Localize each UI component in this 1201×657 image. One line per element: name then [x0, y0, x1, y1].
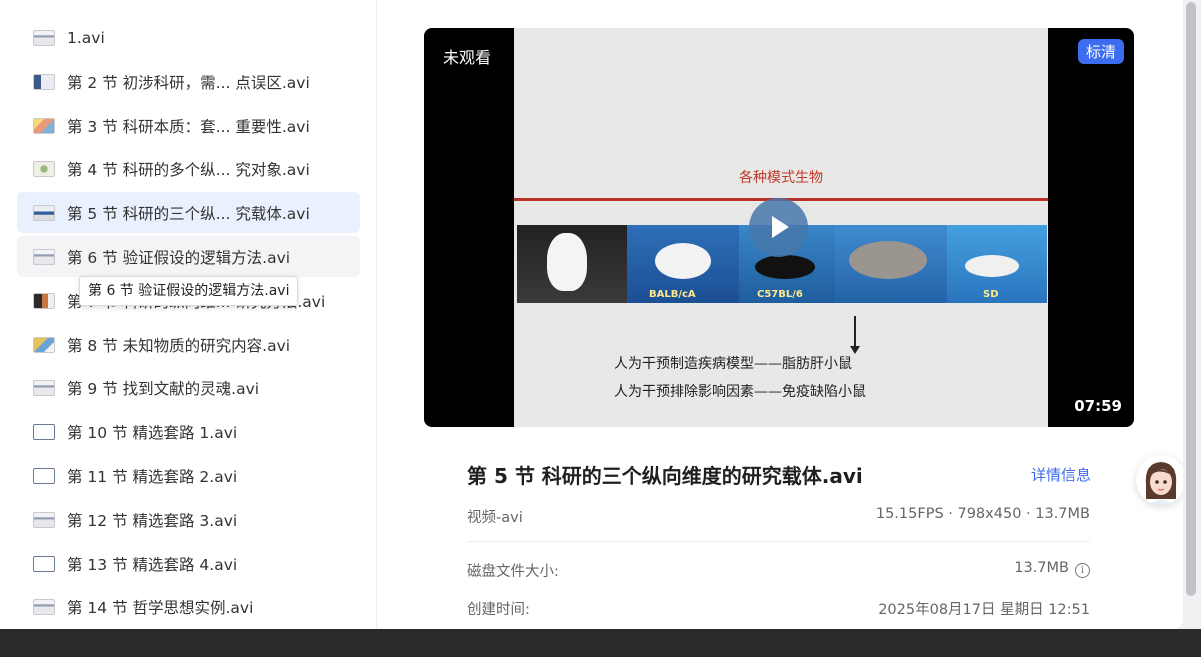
video-thumbnail-icon [33, 73, 55, 90]
balb-mouse-photo: BALB/cA [627, 225, 739, 303]
white-mouse-photo [517, 225, 627, 303]
info-icon[interactable]: i [1075, 563, 1090, 578]
file-list-item-label: 第 13 节 精选套路 4.avi [67, 555, 238, 574]
disk-size-value: 13.7MB [1014, 560, 1069, 576]
video-thumbnail-icon [33, 423, 55, 440]
file-list-item[interactable]: 第 9 节 找到文献的灵魂.avi [17, 367, 360, 408]
file-list-item-label: 第 12 节 精选套路 3.avi [67, 511, 238, 530]
file-list-item[interactable]: 第 10 节 精选套路 1.avi [17, 411, 360, 452]
scrollbar-thumb[interactable] [1186, 2, 1196, 596]
file-list-item[interactable]: 第 5 节 科研的三个纵... 究载体.avi [17, 192, 360, 233]
video-thumbnail-icon [33, 511, 55, 528]
file-list-item-label: 第 3 节 科研本质：套... 重要性.avi [67, 117, 310, 136]
video-title: 第 5 节 科研的三个纵向维度的研究载体.avi [467, 464, 863, 488]
watch-status-label: 未观看 [443, 48, 492, 67]
slide-arrow [854, 316, 856, 350]
details-link[interactable]: 详情信息 [1031, 464, 1091, 485]
video-thumbnail-icon [33, 248, 55, 265]
balb-label: BALB/cA [649, 289, 696, 300]
file-list-item-label: 第 8 节 未知物质的研究内容.avi [67, 336, 291, 355]
file-list-item-label: 第 5 节 科研的三个纵... 究载体.avi [67, 204, 310, 223]
file-type: 视频-avi [467, 510, 523, 526]
file-list-item-label: 1.avi [67, 28, 105, 47]
video-thumbnail-icon [33, 204, 55, 221]
video-thumbnail-icon [33, 117, 55, 134]
slide-heading: 各种模式生物 [739, 170, 823, 186]
video-thumbnail-icon [33, 598, 55, 615]
file-list-item-label: 第 11 节 精选套路 2.avi [67, 467, 238, 486]
video-thumbnail-icon [33, 555, 55, 572]
sd-label: SD [983, 289, 999, 300]
app-window: 1.avi 第 2 节 初涉科研，需... 点误区.avi 第 3 节 科研本质：套… [0, 0, 1183, 629]
video-thumbnail-icon [33, 160, 55, 177]
grey-mouse-photo [835, 225, 947, 303]
bottom-bar [0, 629, 1201, 657]
file-list-item[interactable]: 第 6 节 验证假设的逻辑方法.avi [17, 236, 360, 277]
file-list-item[interactable]: 第 13 节 精选套路 4.avi [17, 543, 360, 584]
file-list-item-label: 第 2 节 初涉科研，需... 点误区.avi [67, 73, 310, 92]
file-list-item[interactable]: 第 12 节 精选套路 3.avi [17, 499, 360, 540]
play-button[interactable] [749, 198, 808, 257]
video-thumbnail-icon [33, 467, 55, 484]
info-divider [467, 541, 1090, 542]
quality-badge[interactable]: 标清 [1077, 39, 1124, 64]
file-list-item[interactable]: 第 3 节 科研本质：套... 重要性.avi [17, 105, 360, 146]
file-list-item-label: 第 6 节 验证假设的逻辑方法.avi [67, 248, 291, 267]
file-list-item-label: 第 14 节 哲学思想实例.avi [67, 598, 254, 617]
disk-size-label: 磁盘文件大小: [467, 564, 559, 580]
c57-label: C57BL/6 [757, 289, 803, 300]
slide-line-1: 人为干预制造疾病模型——脂肪肝小鼠 [614, 356, 852, 372]
assistant-avatar[interactable] [1136, 455, 1186, 505]
file-list-item[interactable]: 第 14 节 哲学思想实例.avi [17, 586, 360, 627]
disk-size-row: 13.7MB i [1014, 560, 1090, 578]
file-list-item-label: 第 10 节 精选套路 1.avi [67, 423, 238, 442]
file-list-item[interactable]: 1.avi [17, 17, 360, 58]
file-list-item-label: 第 9 节 找到文献的灵魂.avi [67, 379, 260, 398]
file-list-item[interactable]: 第 8 节 未知物质的研究内容.avi [17, 324, 360, 365]
file-list-sidebar: 1.avi 第 2 节 初涉科研，需... 点误区.avi 第 3 节 科研本质：套… [0, 0, 377, 629]
video-thumbnail-icon [33, 379, 55, 396]
file-list-item-label: 第 4 节 科研的多个纵... 究对象.avi [67, 160, 310, 179]
created-value: 2025年08月17日 星期日 12:51 [878, 602, 1090, 618]
slide-line-2: 人为干预排除影响因素——免疫缺陷小鼠 [614, 384, 866, 400]
file-list-item[interactable]: 第 4 节 科研的多个纵... 究对象.avi [17, 148, 360, 189]
sd-rat-photo: SD [947, 225, 1047, 303]
video-thumbnail-icon [33, 29, 55, 46]
file-list-item[interactable]: 第 2 节 初涉科研，需... 点误区.avi [17, 61, 360, 102]
avatar-face-icon [1145, 462, 1177, 505]
video-meta: 15.15FPS · 798x450 · 13.7MB [875, 506, 1090, 522]
file-list-item[interactable]: 第 11 节 精选套路 2.avi [17, 455, 360, 496]
video-player[interactable]: 各种模式生物 BALB/cA C57BL/6 SD 人为干预制造疾病模型——脂肪… [424, 28, 1134, 427]
filename-tooltip: 第 6 节 验证假设的逻辑方法.avi [79, 276, 299, 306]
created-label: 创建时间: [467, 602, 530, 618]
video-thumbnail-icon [33, 336, 55, 353]
video-duration: 07:59 [1074, 397, 1122, 415]
video-thumbnail-icon [33, 292, 55, 309]
